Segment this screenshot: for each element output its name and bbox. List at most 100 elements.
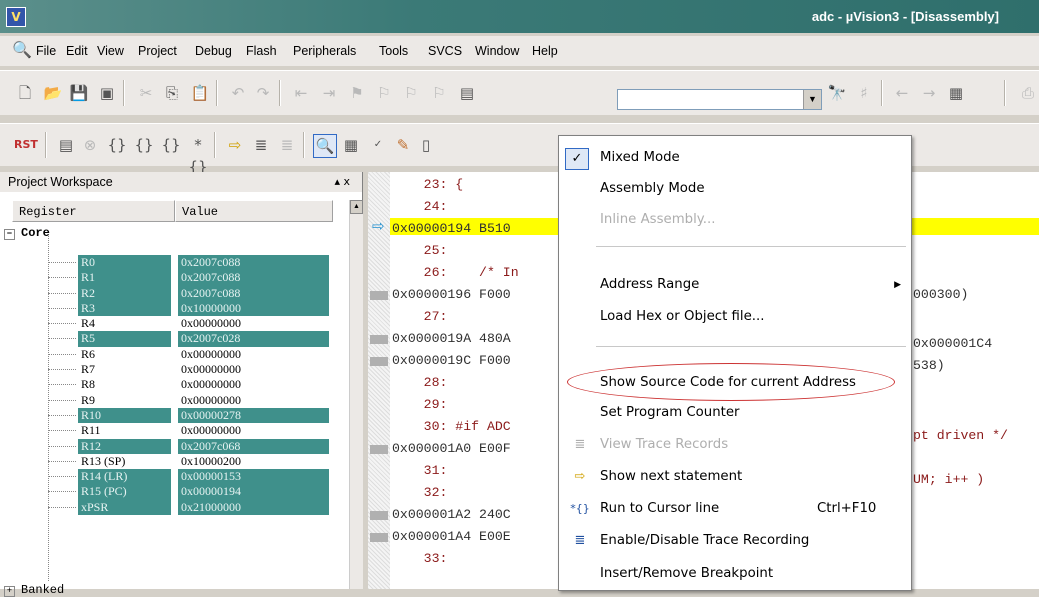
reset-icon[interactable]: RST xyxy=(14,134,38,156)
register-row[interactable]: R10 0x00000278 xyxy=(0,407,348,424)
paste-icon[interactable]: 📋 xyxy=(189,82,211,104)
executable-line-marker[interactable] xyxy=(370,335,388,344)
menu-item-insert-breakpoint[interactable]: Insert/Remove Breakpoint xyxy=(559,562,911,586)
forward-arrow-icon[interactable]: → xyxy=(918,82,940,104)
redo-icon[interactable]: ↷ xyxy=(252,82,274,104)
executable-line-marker[interactable] xyxy=(370,511,388,520)
find-combobox[interactable]: ▼ xyxy=(617,89,822,110)
save-all-icon[interactable]: ▣ xyxy=(96,82,118,104)
register-value[interactable]: 0x10000000 xyxy=(178,300,329,317)
register-value[interactable]: 0x21000000 xyxy=(178,499,329,516)
scroll-up-arrow-icon[interactable]: ▲ xyxy=(350,200,363,214)
asm-line[interactable]: 0x0000019C F000 xyxy=(392,353,511,368)
register-row[interactable]: xPSR 0x21000000 xyxy=(0,499,348,516)
register-value[interactable]: 0x2007c088 xyxy=(178,255,329,271)
menu-svcs[interactable]: SVCS xyxy=(428,44,462,58)
register-value[interactable]: 0x2007c068 xyxy=(178,438,329,454)
menu-item-mixed-mode[interactable]: ✓ Mixed Mode xyxy=(559,146,911,170)
source-line[interactable]: 25: xyxy=(392,243,448,258)
register-row[interactable]: R4 0x00000000 xyxy=(0,316,348,331)
menu-view[interactable]: View xyxy=(97,44,124,58)
source-line[interactable]: 26: /* In xyxy=(392,265,519,280)
menu-item-enable-trace[interactable]: ≣ Enable/Disable Trace Recording xyxy=(559,529,911,553)
undo-icon[interactable]: ↶ xyxy=(227,82,249,104)
menu-item-set-pc[interactable]: Set Program Counter xyxy=(559,401,911,425)
core-tree-node[interactable]: − Core xyxy=(4,226,50,240)
menu-item-assembly-mode[interactable]: Assembly Mode xyxy=(559,177,911,201)
serial-window-icon[interactable]: ▯ xyxy=(415,134,437,156)
open-folder-icon[interactable]: 📂 xyxy=(42,82,64,104)
register-row[interactable]: R9 0x00000000 xyxy=(0,393,348,408)
source-line[interactable]: 30: #if ADC xyxy=(392,419,511,434)
register-row[interactable]: R0 0x2007c088 xyxy=(0,255,348,271)
copy-icon[interactable]: ⎘ xyxy=(161,82,183,104)
register-row[interactable]: R12 0x2007c068 xyxy=(0,438,348,454)
asm-line[interactable]: 0x00000194 B510 xyxy=(392,221,511,236)
asm-line[interactable]: 0x000001A4 E00E xyxy=(392,529,511,544)
register-row[interactable]: R8 0x00000000 xyxy=(0,377,348,392)
bookmark-icon[interactable]: ⚑ xyxy=(346,82,368,104)
register-row[interactable]: R11 0x00000000 xyxy=(0,423,348,438)
watch-window-icon[interactable]: ▦ xyxy=(340,134,362,156)
asm-line[interactable]: 0x00000196 F000 xyxy=(392,287,511,302)
register-value[interactable]: 0x00000000 xyxy=(178,423,329,438)
source-line[interactable]: 33: xyxy=(392,551,448,566)
source-line[interactable]: 23: { xyxy=(392,177,464,192)
cut-icon[interactable]: ✂ xyxy=(135,82,157,104)
register-row[interactable]: R3 0x10000000 xyxy=(0,300,348,317)
register-value[interactable]: 0x00000278 xyxy=(178,407,329,424)
menu-edit[interactable]: Edit xyxy=(66,44,88,58)
register-row[interactable]: R2 0x2007c088 xyxy=(0,285,348,301)
source-line[interactable]: 31: xyxy=(392,463,448,478)
register-row[interactable]: R6 0x00000000 xyxy=(0,347,348,362)
step-over-icon[interactable]: {} xyxy=(133,134,155,156)
step-into-icon[interactable]: {} xyxy=(106,134,128,156)
binoculars-icon[interactable]: 🔭 xyxy=(826,82,848,104)
menu-file[interactable]: File xyxy=(36,44,56,58)
source-line[interactable]: 32: xyxy=(392,485,448,500)
register-value[interactable]: 0x2007c088 xyxy=(178,270,329,286)
asm-line[interactable]: 0x000001A0 E00F xyxy=(392,441,511,456)
menu-help[interactable]: Help xyxy=(532,44,558,58)
register-value[interactable]: 0x2007c088 xyxy=(178,285,329,301)
register-row[interactable]: R14 (LR) 0x00000153 xyxy=(0,469,348,485)
register-value[interactable]: 0x00000000 xyxy=(178,316,329,331)
value-column-header[interactable]: Value xyxy=(175,200,333,222)
menu-project[interactable]: Project xyxy=(138,44,177,58)
next-bookmark-icon[interactable]: ⚐ xyxy=(400,82,422,104)
menu-item-show-next[interactable]: ⇨ Show next statement xyxy=(559,465,911,489)
browse-icon[interactable]: ▦ xyxy=(945,82,967,104)
menu-debug[interactable]: Debug xyxy=(195,44,232,58)
prev-bookmark-icon[interactable]: ⚐ xyxy=(373,82,395,104)
menu-tools[interactable]: Tools xyxy=(379,44,408,58)
executable-line-marker[interactable] xyxy=(370,291,388,300)
run-to-cursor-icon[interactable]: *{} xyxy=(187,134,209,176)
asm-line[interactable]: 0x0000019A 480A xyxy=(392,331,511,346)
source-line[interactable]: 29: xyxy=(392,397,448,412)
register-value[interactable]: 0x00000153 xyxy=(178,469,329,485)
register-row[interactable]: R7 0x00000000 xyxy=(0,362,348,377)
register-row[interactable]: R15 (PC) 0x00000194 xyxy=(0,484,348,500)
performance-analyzer-icon[interactable]: ✎ xyxy=(392,134,414,156)
code-coverage-icon[interactable]: ✓ xyxy=(367,134,389,156)
stop-icon[interactable]: ⊗ xyxy=(79,134,101,156)
register-row[interactable]: R13 (SP) 0x10000200 xyxy=(0,454,348,469)
menu-peripherals[interactable]: Peripherals xyxy=(293,44,356,58)
register-column-header[interactable]: Register xyxy=(12,200,175,222)
step-out-icon[interactable]: {} xyxy=(160,134,182,156)
trace-enable-icon[interactable]: ≣ xyxy=(250,134,272,156)
register-value[interactable]: 0x00000000 xyxy=(178,377,329,392)
executable-line-marker[interactable] xyxy=(370,357,388,366)
menu-window[interactable]: Window xyxy=(475,44,519,58)
trace-view-icon[interactable]: ≣ xyxy=(276,134,298,156)
disassembly-window-icon[interactable]: 🔍 xyxy=(313,134,337,158)
run-icon[interactable]: ▤ xyxy=(55,134,77,156)
register-value[interactable]: 0x00000000 xyxy=(178,393,329,408)
collapse-icon[interactable]: − xyxy=(4,229,15,240)
indent-icon[interactable]: ⇤ xyxy=(290,82,312,104)
register-value[interactable]: 0x10000200 xyxy=(178,454,329,469)
menu-item-address-range[interactable]: Address Range ▶ xyxy=(559,273,911,297)
find-in-files-icon[interactable]: ▤ xyxy=(456,82,478,104)
register-value[interactable]: 0x00000194 xyxy=(178,484,329,500)
asm-line[interactable]: 0x000001A2 240C xyxy=(392,507,511,522)
